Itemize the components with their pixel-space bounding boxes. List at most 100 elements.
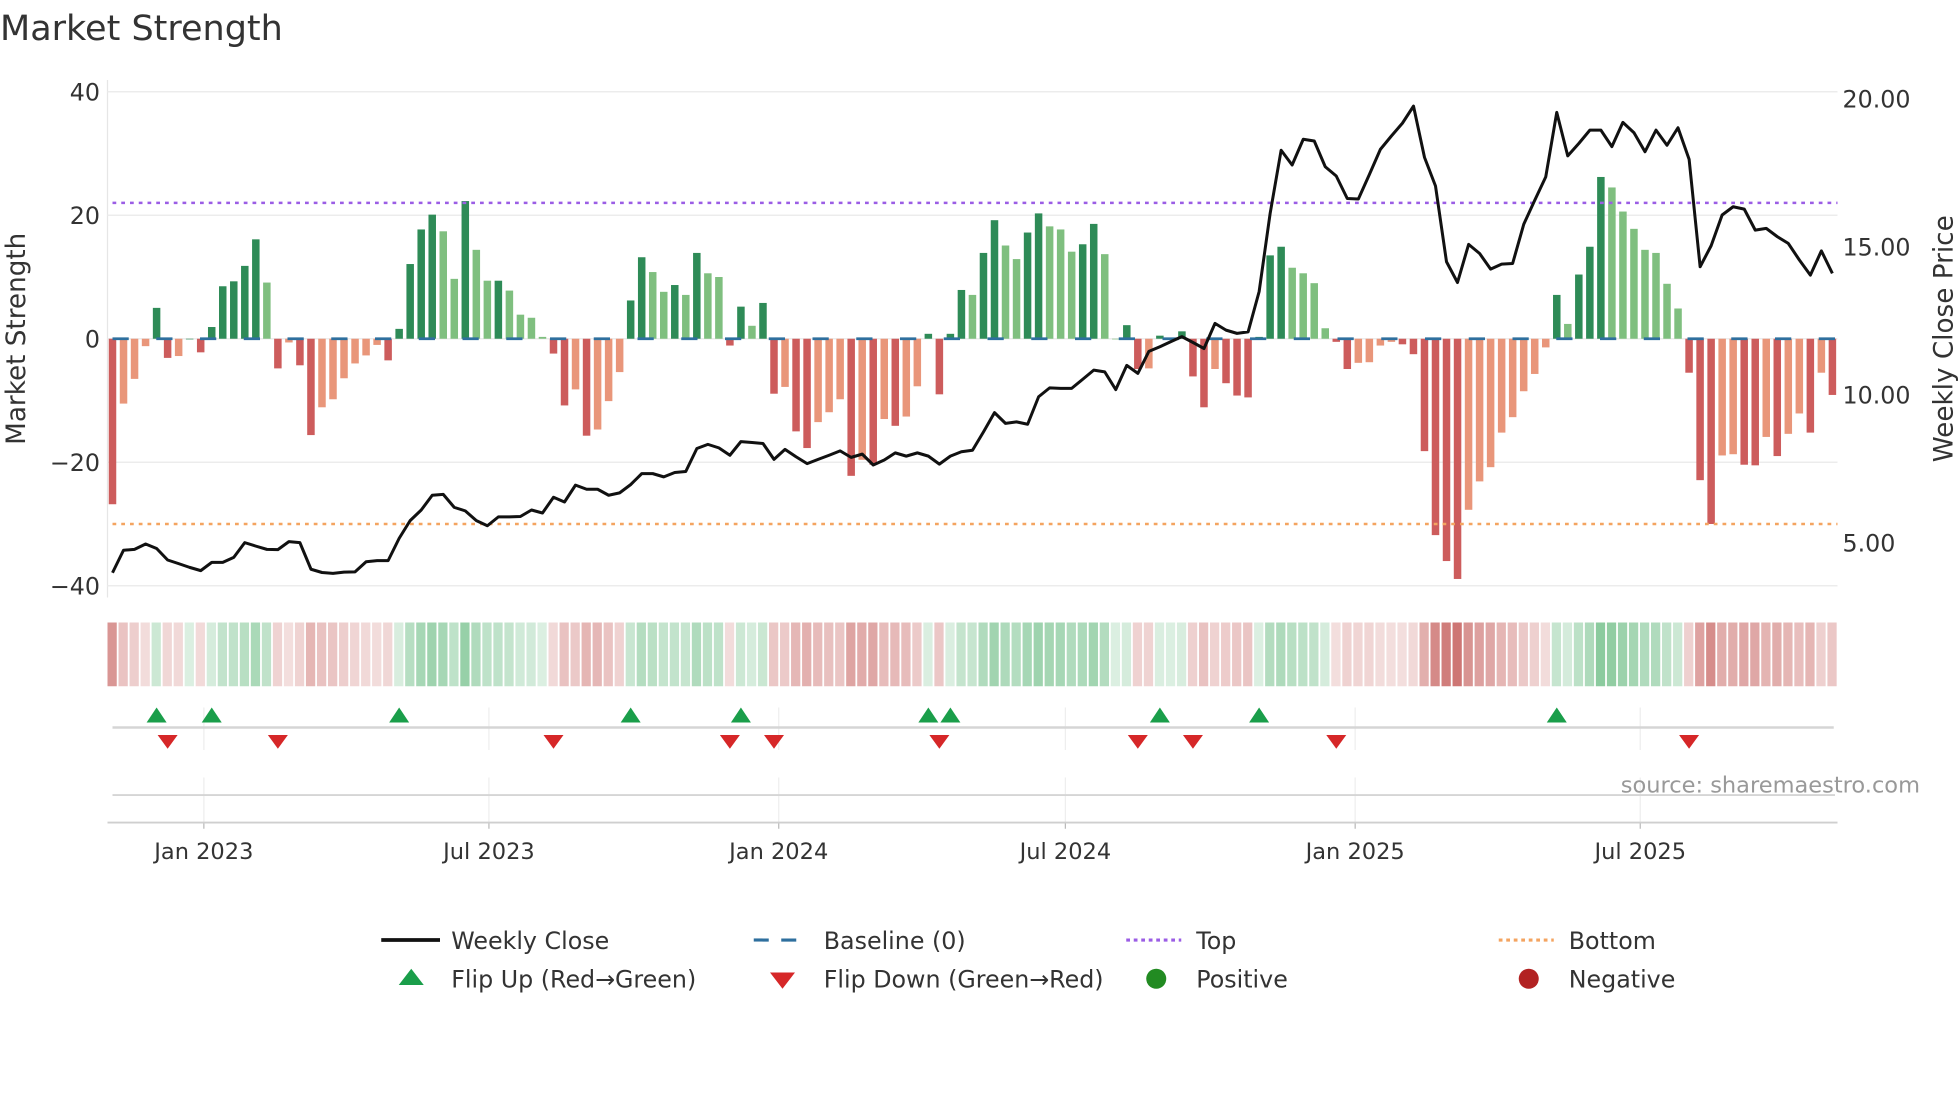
- strip-cell: [923, 622, 933, 687]
- y-axis-label: Market Strength: [2, 233, 32, 445]
- negative-bar: [307, 338, 315, 436]
- strip-cell: [835, 622, 845, 687]
- strip-cell: [261, 622, 272, 687]
- strip-cell: [504, 622, 514, 687]
- negative-bar: [1542, 338, 1550, 348]
- strip-cell: [184, 622, 194, 687]
- positive-bar: [1597, 176, 1605, 339]
- strip-cell: [1088, 622, 1098, 687]
- strip-cell: [1794, 622, 1804, 687]
- strip-cell: [603, 622, 613, 687]
- flip-up-marker: [1149, 707, 1170, 723]
- strip-cell: [813, 622, 823, 687]
- strip-cell: [1463, 622, 1473, 687]
- negative-bar: [1464, 338, 1473, 510]
- strip-cell: [1342, 622, 1352, 687]
- positive-bar: [1112, 338, 1120, 340]
- strip-cell: [151, 622, 161, 687]
- strip-cell: [195, 622, 205, 687]
- positive-bar: [1012, 259, 1021, 339]
- strip-cell: [1353, 622, 1363, 687]
- reference-lines: [111, 104, 1838, 575]
- strip-cell: [702, 622, 713, 687]
- strip-cell: [1496, 622, 1506, 687]
- strip-cell: [1210, 622, 1220, 687]
- strip-cell: [1243, 622, 1253, 687]
- left-tick-label: −40: [50, 573, 100, 601]
- strip-cell: [824, 622, 834, 687]
- positive-bar: [395, 328, 403, 339]
- strip-cell: [173, 622, 183, 687]
- date-tick-label: Jan 2023: [152, 839, 253, 865]
- flip-up-marker: [1249, 707, 1270, 723]
- negative-bar: [362, 338, 370, 356]
- strip-cell: [416, 622, 426, 687]
- strip-cell: [118, 622, 128, 687]
- strip-cell: [294, 622, 305, 687]
- positive-bar: [748, 325, 756, 339]
- strip-cell: [780, 622, 790, 687]
- legend-item-negative: Negative: [1518, 966, 1675, 994]
- negative-bar: [593, 338, 602, 430]
- strip-cell: [1485, 622, 1495, 687]
- strip-cell: [217, 622, 227, 687]
- positive-bar: [1608, 187, 1616, 339]
- strip-cell: [592, 622, 602, 687]
- right-tick-label: 15.00: [1843, 233, 1911, 261]
- positive-bar: [1586, 246, 1594, 339]
- negative-bar: [274, 338, 282, 369]
- strip-cell: [1662, 622, 1672, 687]
- positive-bar: [1564, 323, 1572, 339]
- strip-cell: [989, 622, 999, 687]
- flip-down-marker: [1182, 735, 1203, 749]
- negative-bar: [836, 338, 844, 400]
- strip-cell: [1684, 622, 1694, 687]
- negative-bar: [1343, 338, 1352, 370]
- strip-cell: [647, 622, 657, 687]
- strip-cell: [1364, 622, 1374, 687]
- negative-bar: [1244, 338, 1252, 398]
- negative-bar: [1696, 338, 1704, 481]
- negative-bar: [163, 338, 172, 358]
- strip-cell: [1298, 622, 1308, 687]
- strip-cell: [1706, 622, 1716, 687]
- positive-bar: [1652, 252, 1660, 339]
- negative-bar: [108, 338, 117, 505]
- negative-bar: [781, 338, 789, 387]
- strip-cell: [625, 622, 635, 687]
- circle-icon: [1146, 968, 1167, 989]
- flip-up-marker: [1546, 707, 1567, 723]
- strip-cell: [1375, 622, 1385, 687]
- negative-bar: [1486, 338, 1495, 468]
- strip-cell: [769, 622, 779, 687]
- market-strength-chart: Market Strength Market Strength Weekly C…: [0, 9, 1960, 994]
- flip-up-marker: [389, 707, 410, 723]
- positive-bar: [990, 220, 999, 339]
- positive-bar: [263, 282, 271, 339]
- positive-bar: [494, 280, 503, 339]
- flip-markers-panel: Jan 2023 Jul 2023 Jan 2024 Jul 2024 Jan 2025…: [107, 707, 1838, 865]
- positive-bar: [1023, 232, 1032, 339]
- date-tick-label: Jul 2023: [441, 839, 535, 865]
- negative-bar: [1211, 338, 1219, 370]
- flip-down-marker: [929, 735, 950, 749]
- positive-bar: [1034, 213, 1043, 339]
- strip-cell: [162, 622, 172, 687]
- strip-cell: [1397, 622, 1407, 687]
- negative-bar: [1497, 338, 1506, 433]
- strip-cell: [1761, 622, 1771, 687]
- positive-bar: [637, 257, 646, 339]
- strip-cell: [1187, 622, 1198, 687]
- flip-down-marker: [1127, 735, 1148, 749]
- negative-bar: [549, 338, 558, 354]
- flip-down-marker: [764, 735, 784, 749]
- flip-down-marker: [267, 735, 288, 749]
- negative-bar: [1409, 338, 1418, 355]
- strip-cell: [471, 622, 481, 687]
- date-tick-label: Jul 2025: [1592, 839, 1686, 865]
- flip-up-marker: [620, 707, 641, 723]
- negative-bar: [1431, 338, 1440, 536]
- strip-cell: [1419, 622, 1429, 687]
- strip-cell: [283, 622, 294, 687]
- negative-bar: [296, 338, 304, 366]
